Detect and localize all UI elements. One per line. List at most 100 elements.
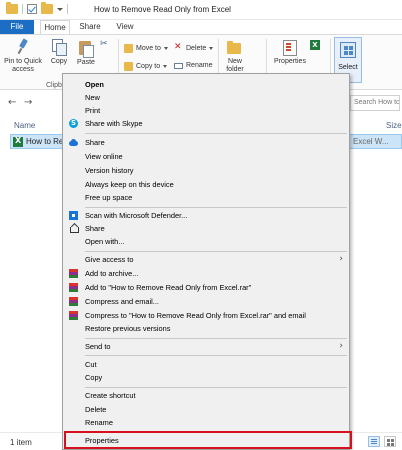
menu-item-open-with[interactable]: Open with... xyxy=(63,235,349,248)
toolbar-divider xyxy=(67,4,68,14)
copy-icon xyxy=(52,39,67,56)
menu-item-rename[interactable]: Rename xyxy=(63,416,349,429)
pin-to-quick-access-button[interactable]: Pin to Quick access xyxy=(4,39,42,74)
share-icon xyxy=(69,224,79,233)
properties-check-icon[interactable] xyxy=(27,4,37,14)
menu-item-label: Delete xyxy=(85,405,107,414)
menu-item-compress-to-rar-and-email[interactable]: Compress to "How to Remove Read Only fro… xyxy=(63,309,349,322)
menu-item-label: Version history xyxy=(85,166,134,175)
menu-item-delete[interactable]: Delete xyxy=(63,403,349,416)
winrar-icon xyxy=(69,297,78,306)
open-button[interactable]: X xyxy=(310,40,320,50)
ribbon-tabs: File Home Share View xyxy=(0,20,402,34)
context-menu: Open New Print S Share with Skype Share … xyxy=(62,73,350,450)
menu-item-create-shortcut[interactable]: Create shortcut xyxy=(63,389,349,402)
menu-item-open[interactable]: Open xyxy=(63,78,349,91)
excel-icon: X xyxy=(310,40,320,50)
tab-view[interactable]: View xyxy=(112,20,138,34)
customize-toolbar-dropdown-icon[interactable] xyxy=(57,7,63,11)
skype-icon: S xyxy=(69,119,78,128)
menu-item-print[interactable]: Print xyxy=(63,104,349,117)
menu-item-label: Copy xyxy=(85,373,103,382)
large-icons-view-icon[interactable] xyxy=(384,436,396,447)
menu-item-label: Print xyxy=(85,106,101,115)
properties-highlight-box xyxy=(64,431,352,449)
menu-item-copy[interactable]: Copy xyxy=(63,371,349,384)
copy-to-label: Copy to xyxy=(136,63,161,70)
menu-divider xyxy=(85,387,347,388)
menu-item-share-with-skype[interactable]: S Share with Skype xyxy=(63,117,349,130)
menu-item-share[interactable]: Share xyxy=(63,222,349,235)
submenu-arrow-icon: › xyxy=(339,341,343,351)
menu-divider xyxy=(85,207,347,208)
tab-share[interactable]: Share xyxy=(76,20,104,34)
pin-label: Pin to Quick access xyxy=(4,58,42,73)
menu-item-new[interactable]: New xyxy=(63,91,349,104)
properties-icon xyxy=(282,39,298,56)
cut-button[interactable] xyxy=(100,39,109,50)
menu-item-label: Compress to "How to Remove Read Only fro… xyxy=(85,311,306,320)
rename-label: Rename xyxy=(186,62,213,69)
paste-icon xyxy=(79,39,94,58)
menu-item-label: Send to xyxy=(85,342,111,351)
rename-icon xyxy=(174,63,183,69)
menu-item-add-to-archive[interactable]: Add to archive... xyxy=(63,267,349,280)
back-arrow-icon[interactable]: ← xyxy=(8,97,16,108)
menu-divider xyxy=(85,355,347,356)
menu-item-cut[interactable]: Cut xyxy=(63,358,349,371)
tab-home[interactable]: Home xyxy=(40,20,70,34)
winrar-icon xyxy=(69,269,78,278)
column-header-name[interactable]: Name xyxy=(14,121,35,130)
new-folder-label: New folder xyxy=(226,58,244,73)
menu-item-label: Add to archive... xyxy=(85,269,139,278)
delete-icon xyxy=(174,42,183,53)
paste-label: Paste xyxy=(77,59,95,66)
quick-access-toolbar xyxy=(6,2,68,14)
rename-button[interactable]: Rename xyxy=(174,62,212,69)
menu-item-always-keep[interactable]: Always keep on this device xyxy=(63,178,349,191)
menu-item-onedrive-share[interactable]: Share xyxy=(63,136,349,149)
menu-item-compress-and-email[interactable]: Compress and email... xyxy=(63,295,349,308)
menu-item-give-access-to[interactable]: Give access to › xyxy=(63,253,349,266)
search-input[interactable]: Search How to Remo... xyxy=(350,95,400,111)
window-title: How to Remove Read Only from Excel xyxy=(94,5,231,14)
new-folder-button[interactable]: New folder xyxy=(222,39,248,74)
menu-item-label: Give access to xyxy=(85,255,134,264)
menu-item-label: New xyxy=(85,93,100,102)
paste-button[interactable]: Paste xyxy=(74,39,98,67)
forward-arrow-icon[interactable]: → xyxy=(24,97,32,108)
column-header-size[interactable]: Size xyxy=(386,121,402,130)
copy-button[interactable]: Copy xyxy=(48,39,70,66)
menu-item-label: Free up space xyxy=(85,193,133,202)
properties-button[interactable]: Properties xyxy=(272,39,308,66)
menu-item-label: Open xyxy=(85,80,104,89)
menu-item-view-online[interactable]: View online xyxy=(63,150,349,163)
details-view-icon[interactable] xyxy=(368,436,380,447)
winrar-icon xyxy=(69,283,78,292)
menu-item-label: Rename xyxy=(85,418,113,427)
menu-item-restore-previous-versions[interactable]: Restore previous versions xyxy=(63,322,349,335)
submenu-arrow-icon: › xyxy=(339,254,343,264)
menu-item-label: Share xyxy=(85,138,105,147)
menu-item-add-to-rar[interactable]: Add to "How to Remove Read Only from Exc… xyxy=(63,281,349,294)
title-bar: How to Remove Read Only from Excel xyxy=(0,0,402,20)
tab-file[interactable]: File xyxy=(0,20,34,34)
menu-item-label: Share xyxy=(85,224,105,233)
move-to-button[interactable]: Move to xyxy=(124,44,168,53)
scissors-icon xyxy=(100,39,109,50)
menu-item-label: View online xyxy=(85,152,123,161)
chevron-down-icon xyxy=(209,47,214,50)
menu-item-label: Share with Skype xyxy=(85,119,143,128)
move-to-icon xyxy=(124,44,133,53)
menu-item-send-to[interactable]: Send to › xyxy=(63,340,349,353)
new-folder-icon[interactable] xyxy=(41,2,53,14)
menu-item-scan-defender[interactable]: Scan with Microsoft Defender... xyxy=(63,209,349,222)
onedrive-icon xyxy=(69,138,78,147)
delete-button[interactable]: Delete xyxy=(174,42,214,53)
item-count: 1 item xyxy=(10,438,32,447)
menu-item-label: Add to "How to Remove Read Only from Exc… xyxy=(85,283,252,292)
menu-item-free-up-space[interactable]: Free up space xyxy=(63,191,349,204)
menu-item-label: Cut xyxy=(85,360,97,369)
menu-item-version-history[interactable]: Version history xyxy=(63,164,349,177)
copy-to-button[interactable]: Copy to xyxy=(124,62,168,71)
